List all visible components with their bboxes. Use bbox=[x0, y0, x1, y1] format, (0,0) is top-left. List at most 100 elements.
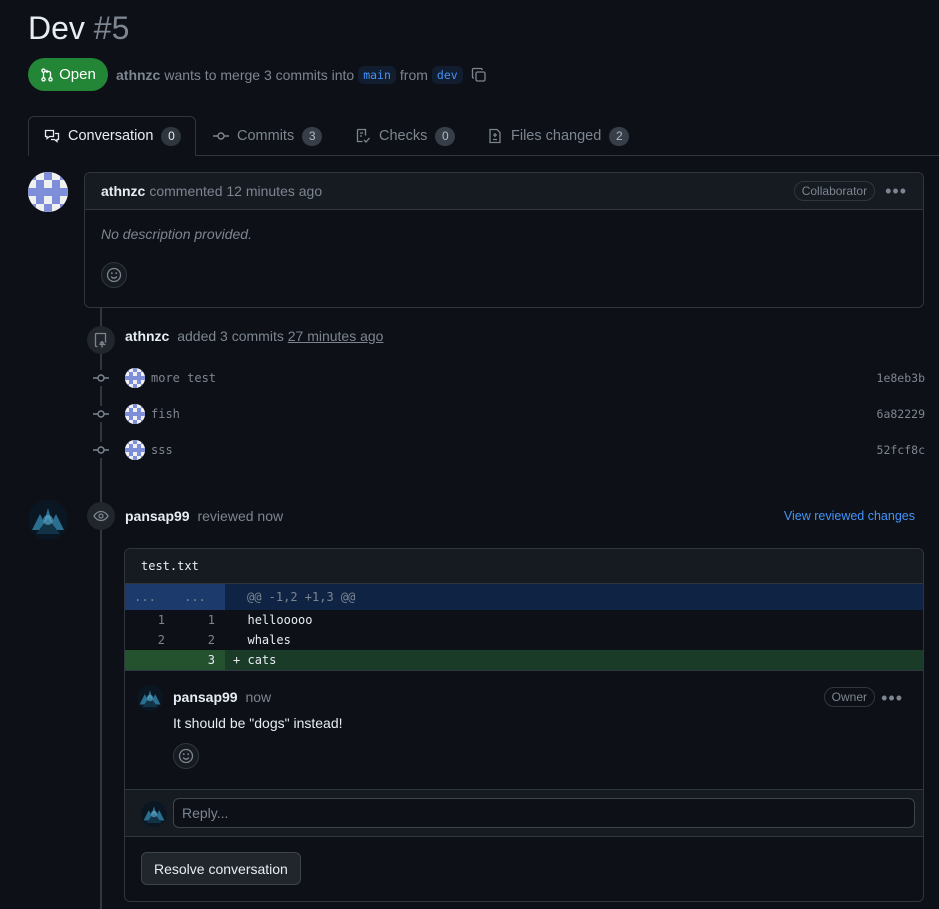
reviewer-link[interactable]: pansap99 bbox=[125, 508, 190, 524]
review-event-text: pansap99 reviewed now bbox=[125, 508, 283, 524]
base-branch[interactable]: main bbox=[358, 66, 396, 84]
file-diff-icon bbox=[487, 128, 503, 144]
old-line-number[interactable]: 2 bbox=[125, 630, 175, 650]
diff-hunk-row: ... ... @@ -1,2 +1,3 @@ bbox=[125, 584, 923, 610]
commit-message-link[interactable]: more test bbox=[151, 371, 216, 385]
pr-number: #5 bbox=[93, 10, 130, 46]
view-reviewed-changes-link[interactable]: View reviewed changes bbox=[784, 509, 915, 523]
merge-summary: athnzc wants to merge 3 commits into mai… bbox=[116, 63, 487, 87]
kebab-horizontal-icon[interactable]: ••• bbox=[881, 689, 903, 707]
git-commit-icon bbox=[93, 370, 109, 386]
hunk-expand-new[interactable]: ... bbox=[175, 584, 225, 610]
pr-author-link[interactable]: athnzc bbox=[116, 67, 160, 83]
diff-sign bbox=[233, 613, 240, 627]
new-line-number[interactable]: 3 bbox=[175, 650, 225, 670]
tab-commits[interactable]: Commits 3 bbox=[198, 116, 337, 156]
review-comment-body: It should be "dogs" instead! bbox=[173, 715, 343, 731]
review-comment-time[interactable]: now bbox=[245, 689, 271, 705]
comment-discussion-icon bbox=[44, 128, 60, 144]
smiley-icon bbox=[178, 748, 194, 764]
diff-line-added: 3 + cats bbox=[125, 650, 923, 670]
hunk-expand-old[interactable]: ... bbox=[125, 584, 175, 610]
diff-line: 1 1 hellooooo bbox=[125, 610, 923, 630]
avatar[interactable] bbox=[125, 440, 145, 460]
review-action[interactable]: reviewed now bbox=[197, 508, 283, 524]
review-comment: pansap99 now Owner ••• It should be "dog… bbox=[125, 670, 923, 788]
comment-header: athnzc commented 12 minutes ago Collabor… bbox=[85, 173, 923, 210]
comment-body: No description provided. bbox=[101, 226, 252, 242]
comment-author-link[interactable]: athnzc bbox=[101, 183, 145, 199]
avatar[interactable] bbox=[28, 500, 68, 540]
checklist-icon bbox=[355, 128, 371, 144]
resolve-conversation-button[interactable]: Resolve conversation bbox=[141, 852, 301, 885]
tab-label: Conversation bbox=[68, 128, 154, 144]
tab-checks[interactable]: Checks 0 bbox=[340, 116, 470, 156]
state-label: Open bbox=[59, 66, 96, 83]
pr-description-comment: athnzc commented 12 minutes ago Collabor… bbox=[84, 172, 924, 308]
git-commit-icon bbox=[93, 442, 109, 458]
collaborator-badge: Collaborator bbox=[793, 181, 876, 201]
copy-icon[interactable] bbox=[471, 67, 487, 83]
diff-sign bbox=[233, 633, 240, 647]
diff-text: hellooooo bbox=[247, 613, 313, 627]
state-badge: Open bbox=[28, 58, 108, 91]
diff-table: ... ... @@ -1,2 +1,3 @@ 1 1 hellooooo 2 … bbox=[125, 584, 923, 670]
commit-sha-link[interactable]: 52fcf8c bbox=[877, 443, 925, 457]
eye-icon bbox=[87, 502, 115, 530]
event-action: added 3 commits bbox=[177, 328, 284, 344]
event-time-link[interactable]: 27 minutes ago bbox=[288, 328, 384, 344]
repo-push-icon bbox=[87, 326, 115, 354]
tab-counter: 0 bbox=[161, 126, 182, 146]
tab-files-changed[interactable]: Files changed 2 bbox=[472, 116, 644, 156]
diff-text: cats bbox=[247, 653, 277, 667]
commit-message-link[interactable]: sss bbox=[151, 443, 173, 457]
commit-message-link[interactable]: fish bbox=[151, 407, 180, 421]
commit-row: more test 1e8eb3b bbox=[93, 366, 925, 390]
diff-sign: + bbox=[233, 653, 241, 667]
review-thread: test.txt ... ... @@ -1,2 +1,3 @@ 1 1 hel… bbox=[124, 548, 924, 902]
diff-code: + cats bbox=[225, 650, 923, 670]
old-line-number[interactable] bbox=[125, 650, 175, 670]
tab-label: Commits bbox=[237, 128, 295, 144]
head-branch[interactable]: dev bbox=[431, 66, 463, 84]
add-reaction-button[interactable] bbox=[101, 262, 127, 288]
pr-title-text: Dev bbox=[28, 10, 85, 46]
diff-code: whales bbox=[225, 630, 923, 650]
kebab-horizontal-icon[interactable]: ••• bbox=[885, 182, 907, 200]
add-reaction-button[interactable] bbox=[173, 743, 199, 769]
diff-line: 2 2 whales bbox=[125, 630, 923, 650]
comment-meta[interactable]: commented 12 minutes ago bbox=[149, 183, 322, 199]
tab-counter: 3 bbox=[302, 126, 323, 146]
new-line-number[interactable]: 1 bbox=[175, 610, 225, 630]
merge-text: wants to merge 3 commits into bbox=[164, 67, 355, 83]
diff-code: hellooooo bbox=[225, 610, 923, 630]
avatar[interactable] bbox=[28, 172, 68, 212]
avatar bbox=[141, 801, 167, 827]
owner-badge: Owner bbox=[823, 687, 875, 707]
diff-text: whales bbox=[247, 633, 291, 647]
avatar[interactable] bbox=[125, 368, 145, 388]
avatar[interactable] bbox=[137, 685, 163, 711]
reply-input[interactable]: Reply... bbox=[173, 798, 915, 828]
new-line-number[interactable]: 2 bbox=[175, 630, 225, 650]
timeline-line bbox=[100, 308, 102, 909]
from-text: from bbox=[399, 67, 428, 83]
tab-label: Checks bbox=[379, 128, 428, 144]
review-comment-author-link[interactable]: pansap99 bbox=[173, 689, 238, 705]
smiley-icon bbox=[106, 267, 122, 283]
tab-conversation[interactable]: Conversation 0 bbox=[28, 116, 196, 156]
reply-area: Reply... bbox=[125, 789, 923, 837]
git-pull-request-icon bbox=[40, 67, 54, 82]
file-path[interactable]: test.txt bbox=[125, 549, 923, 584]
pr-title: Dev #5 bbox=[28, 6, 129, 50]
event-author-link[interactable]: athnzc bbox=[125, 328, 169, 344]
commit-sha-link[interactable]: 6a82229 bbox=[877, 407, 925, 421]
hunk-header: @@ -1,2 +1,3 @@ bbox=[225, 584, 923, 610]
commit-row: fish 6a82229 bbox=[93, 402, 925, 426]
git-commit-icon bbox=[213, 128, 229, 144]
review-comment-header: pansap99 now bbox=[173, 689, 271, 705]
tab-counter: 2 bbox=[609, 126, 630, 146]
old-line-number[interactable]: 1 bbox=[125, 610, 175, 630]
commit-sha-link[interactable]: 1e8eb3b bbox=[877, 371, 925, 385]
avatar[interactable] bbox=[125, 404, 145, 424]
